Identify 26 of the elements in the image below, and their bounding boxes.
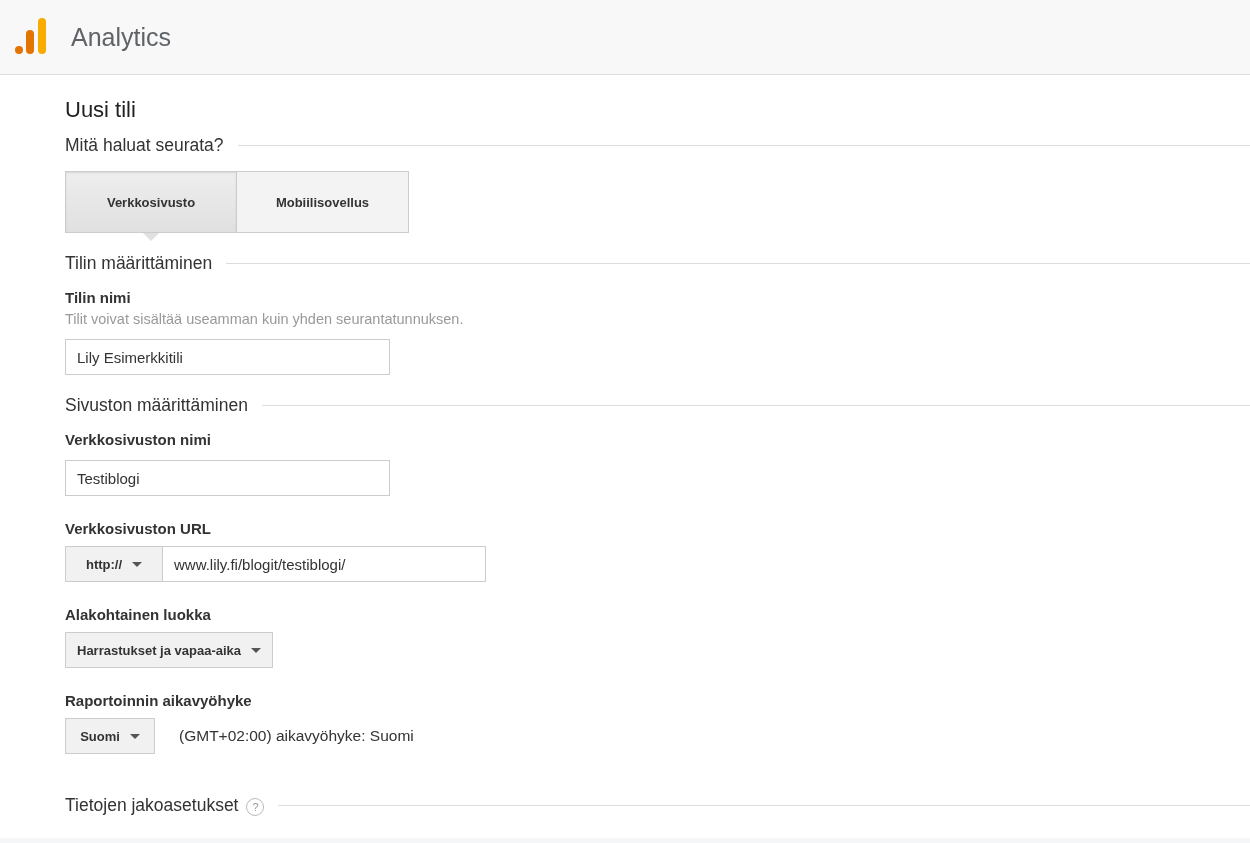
protocol-dropdown[interactable]: http:// (65, 546, 163, 582)
field-label: Tilin nimi (65, 289, 132, 306)
product-name: Analytics (71, 22, 172, 52)
section-heading: Sivuston määrittäminen (65, 395, 248, 416)
section-heading: Tilin määrittäminen (65, 253, 213, 274)
caret-icon (251, 647, 262, 653)
field-label: Verkkosivuston nimi (65, 431, 212, 448)
field-label: Raportoinnin aikavyöhyke (65, 692, 253, 709)
category-dropdown[interactable]: Harrastukset ja vapaa-aika (65, 632, 274, 668)
tracking-option-tab[interactable]: Verkkosivusto (65, 171, 237, 233)
section-heading: Mitä haluat seurata? (65, 135, 224, 156)
page-title: Uusi tili (65, 97, 137, 123)
account-name-field[interactable]: Lily Esimerkkitili (65, 339, 390, 375)
section-heading: Tietojen jakoasetukset (65, 794, 239, 816)
site-name-field[interactable]: Testiblogi (65, 460, 390, 496)
caret-icon (132, 561, 143, 567)
bar-chart-logo-icon (14, 18, 48, 56)
tracking-option-tab[interactable]: Mobiilisovellus (237, 171, 409, 233)
field-hint: Tilit voivat sisältää useamman kuin yhden seurantatunnuksen. (65, 311, 465, 327)
country-dropdown[interactable]: Suomi (65, 718, 155, 754)
caret-icon (129, 733, 140, 739)
field-label: Verkkosivuston URL (65, 520, 212, 537)
url-field[interactable]: www.lily.fi/blogit/testiblogi/ (163, 546, 486, 582)
selection-pointer-icon (143, 233, 159, 241)
timezone-description: (GMT+02:00) aikavyöhyke: Suomi (179, 727, 414, 745)
field-label: Alakohtainen luokka (65, 606, 212, 623)
